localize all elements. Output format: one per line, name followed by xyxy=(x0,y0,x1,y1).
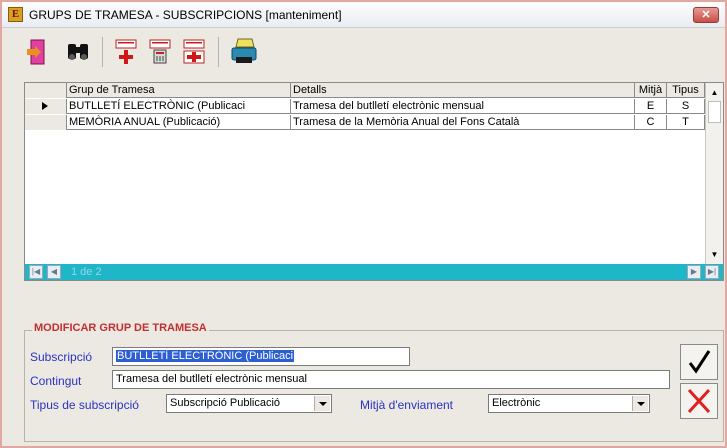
column-header-group[interactable]: Grup de Tramesa xyxy=(67,83,291,98)
cell-medium[interactable]: E xyxy=(635,99,667,114)
groupbox-title: MODIFICAR GRUP DE TRAMESA xyxy=(32,322,209,334)
table-row[interactable]: BUTLLETÍ ELECTRÒNIC (Publicaci Tramesa d… xyxy=(25,99,705,114)
cancel-x-icon xyxy=(687,388,711,414)
print-icon[interactable] xyxy=(228,35,260,69)
row-indicator xyxy=(25,115,67,130)
next-record-icon[interactable]: ▶ xyxy=(687,265,701,279)
subscription-type-value: Subscripció Publicació xyxy=(170,397,281,409)
content-label: Contingut xyxy=(30,374,82,388)
subscription-label: Subscripció xyxy=(30,350,93,364)
chevron-down-icon[interactable] xyxy=(632,396,648,411)
column-header-indicator xyxy=(25,83,67,98)
add-record-icon[interactable] xyxy=(110,35,142,69)
close-button[interactable]: ✕ xyxy=(693,7,719,23)
record-position: 1 de 2 xyxy=(71,266,102,278)
vertical-scrollbar[interactable]: ▲ ▼ xyxy=(705,83,723,264)
send-medium-value: Electrònic xyxy=(492,397,541,409)
window-title: GRUPS DE TRAMESA - SUBSCRIPCIONS [manten… xyxy=(29,8,342,22)
exit-icon[interactable] xyxy=(22,35,54,69)
last-record-icon[interactable]: ▶| xyxy=(705,265,719,279)
first-record-icon[interactable]: |◀ xyxy=(29,265,43,279)
confirm-button[interactable] xyxy=(680,344,718,380)
scroll-up-icon[interactable]: ▲ xyxy=(707,85,722,100)
cell-type[interactable]: S xyxy=(667,99,705,114)
row-pointer-icon xyxy=(42,102,48,110)
content-field[interactable]: Tramesa del butlletí electrònic mensual xyxy=(112,370,670,389)
previous-record-icon[interactable]: ◀ xyxy=(47,265,61,279)
column-header-details[interactable]: Detalls xyxy=(291,83,635,98)
column-header-type[interactable]: Tipus xyxy=(667,83,705,98)
send-medium-label: Mitjà d'enviament xyxy=(360,398,453,412)
title-bar: E GRUPS DE TRAMESA - SUBSCRIPCIONS [mant… xyxy=(2,2,725,28)
checkmark-icon xyxy=(688,350,711,374)
cell-group[interactable]: MEMÒRIA ANUAL (Publicació) xyxy=(67,115,291,130)
cell-details[interactable]: Tramesa del butlletí electrònic mensual xyxy=(291,99,635,114)
scroll-down-icon[interactable]: ▼ xyxy=(707,247,722,262)
subscription-type-label: Tipus de subscripció xyxy=(30,398,139,412)
cancel-button[interactable] xyxy=(680,383,718,419)
edit-record-icon[interactable] xyxy=(178,35,210,69)
grid-header: Grup de Tramesa Detalls Mitjà Tipus xyxy=(25,83,705,98)
cell-details[interactable]: Tramesa de la Memòria Anual del Fons Cat… xyxy=(291,115,635,130)
delete-record-icon[interactable] xyxy=(144,35,176,69)
send-medium-select[interactable]: Electrònic xyxy=(488,394,650,413)
subscription-field[interactable]: BUTLLETÍ ELECTRÒNIC (Publicaci xyxy=(112,347,410,366)
chevron-down-icon[interactable] xyxy=(314,396,330,411)
scroll-thumb[interactable] xyxy=(708,101,721,123)
cell-medium[interactable]: C xyxy=(635,115,667,130)
record-navigator: |◀ ◀ 1 de 2 ▶ ▶| xyxy=(25,264,723,280)
row-indicator xyxy=(25,99,67,114)
subscription-value: BUTLLETÍ ELECTRÒNIC (Publicaci xyxy=(116,350,295,362)
column-header-medium[interactable]: Mitjà xyxy=(635,83,667,98)
records-grid: Grup de Tramesa Detalls Mitjà Tipus BUTL… xyxy=(24,82,724,281)
main-window: E GRUPS DE TRAMESA - SUBSCRIPCIONS [mant… xyxy=(0,0,727,448)
app-icon: E xyxy=(8,7,23,22)
table-row[interactable]: MEMÒRIA ANUAL (Publicació) Tramesa de la… xyxy=(25,115,705,130)
cell-group[interactable]: BUTLLETÍ ELECTRÒNIC (Publicaci xyxy=(67,99,291,114)
cell-type[interactable]: T xyxy=(667,115,705,130)
subscription-type-select[interactable]: Subscripció Publicació xyxy=(166,394,332,413)
binoculars-search-icon[interactable] xyxy=(62,35,94,69)
